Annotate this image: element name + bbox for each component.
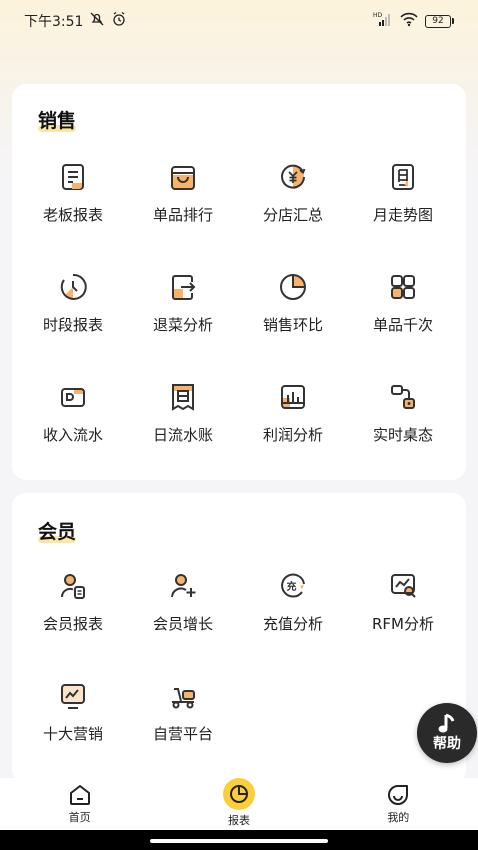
grid-item-self-platform[interactable]: 自营平台 — [128, 681, 238, 744]
gesture-bar — [0, 830, 478, 850]
grid-item-daily-ledger[interactable]: 日流水账 — [128, 382, 238, 445]
grid-item-return-dish[interactable]: 退菜分析 — [128, 272, 238, 335]
svg-text:充: 充 — [287, 580, 297, 593]
grid-item-label: 退菜分析 — [152, 316, 213, 334]
top-marketing-icon — [61, 684, 85, 709]
rfm-analysis-icon — [391, 574, 416, 598]
grid-item-label: RFM分析 — [372, 615, 434, 633]
profit-analysis-icon — [281, 385, 305, 409]
grid-item-income-flow[interactable]: 收入流水 — [18, 382, 128, 445]
svg-text:HD: HD — [373, 12, 383, 19]
grid-item-label: 销售环比 — [262, 316, 323, 334]
status-time: 下午3:51 — [24, 14, 84, 30]
tab-home[interactable]: 首页 — [0, 778, 159, 830]
boss-report-icon — [62, 164, 84, 190]
grid-item-member-report[interactable]: 会员报表 — [18, 571, 128, 634]
grid-item-label: 会员报表 — [42, 615, 103, 633]
bottom-tab-bar: 首页 报表 我的 — [0, 778, 478, 830]
grid-item-label: 日流水账 — [152, 426, 213, 444]
grid-item-label: 单品排行 — [152, 206, 213, 224]
grid-item-sales-ratio[interactable]: 销售环比 — [238, 272, 348, 335]
grid-item-label: 收入流水 — [42, 426, 103, 444]
profile-icon — [388, 785, 409, 805]
grid-item-branch-summary[interactable]: 分店汇总 — [238, 162, 348, 225]
grid-item-label: 单品千次 — [372, 316, 433, 334]
battery-icon: 92 — [425, 14, 454, 28]
item-rank-icon — [171, 166, 195, 190]
recharge-analysis-icon: 充 — [281, 573, 305, 598]
grid-item-label: 充值分析 — [262, 615, 323, 633]
table-status-icon — [391, 385, 415, 409]
grid-item-label: 时段报表 — [42, 316, 103, 334]
tab-mine[interactable]: 我的 — [319, 778, 478, 830]
grid-item-monthly-trend[interactable]: 月走势图 — [348, 162, 458, 225]
home-icon — [69, 785, 90, 805]
tab-label: 我的 — [387, 811, 410, 824]
monthly-trend-icon — [392, 164, 414, 190]
signal-icon: HD — [373, 11, 393, 31]
wifi-icon — [399, 11, 419, 31]
grid-item-item-per-thousand[interactable]: 单品千次 — [348, 272, 458, 335]
grid-item-item-rank[interactable]: 单品排行 — [128, 162, 238, 225]
gesture-handle[interactable] — [150, 839, 328, 843]
sales-section-title: 销售 — [38, 110, 77, 132]
tab-reports[interactable]: 报表 — [159, 778, 318, 830]
grid-item-label: 分店汇总 — [262, 206, 323, 224]
help-label: 帮助 — [433, 736, 461, 752]
grid-item-label: 会员增长 — [152, 615, 213, 633]
grid-item-label: 老板报表 — [42, 206, 103, 224]
mute-icon — [89, 11, 105, 31]
tab-label: 报表 — [227, 814, 250, 827]
income-flow-icon — [61, 388, 85, 407]
member-section-title: 会员 — [38, 521, 77, 543]
tab-label: 首页 — [68, 811, 91, 824]
branch-summary-icon — [281, 164, 306, 189]
item-per-thousand-icon — [391, 275, 415, 299]
grid-item-top-marketing[interactable]: 十大营销 — [18, 681, 128, 744]
grid-item-recharge-analysis[interactable]: 充 充值分析 — [238, 571, 348, 634]
return-dish-icon — [172, 275, 196, 300]
grid-item-table-status[interactable]: 实时桌态 — [348, 382, 458, 445]
grid-item-label: 月走势图 — [372, 206, 433, 224]
grid-item-label: 实时桌态 — [372, 426, 433, 444]
time-period-icon — [60, 273, 87, 300]
music-note-icon — [438, 713, 455, 733]
battery-level: 92 — [425, 14, 451, 28]
daily-ledger-icon — [172, 384, 194, 411]
grid-item-rfm-analysis[interactable]: RFM分析 — [348, 571, 458, 634]
grid-item-label: 自营平台 — [152, 725, 213, 743]
grid-item-label: 十大营销 — [42, 725, 103, 743]
alarm-icon — [111, 11, 127, 31]
sales-ratio-icon — [280, 274, 306, 300]
reports-icon — [222, 778, 255, 810]
status-bar: 下午3:51 HD 92 — [0, 0, 478, 42]
grid-item-boss-report[interactable]: 老板报表 — [18, 162, 128, 225]
sales-section: 销售 老板报表 单品排行 分店汇总 月走势图 时段报表 退菜分析 销售环比 单品… — [12, 84, 466, 480]
self-platform-icon — [172, 688, 195, 709]
member-growth-icon — [171, 574, 196, 598]
grid-item-time-period[interactable]: 时段报表 — [18, 272, 128, 335]
help-button[interactable]: 帮助 — [417, 703, 477, 763]
member-report-icon — [60, 574, 85, 599]
grid-item-label: 利润分析 — [262, 426, 323, 444]
grid-item-member-growth[interactable]: 会员增长 — [128, 571, 238, 634]
grid-item-profit-analysis[interactable]: 利润分析 — [238, 382, 348, 445]
member-section: 会员 会员报表 会员增长 充 充值分析 RFM分析 十大营销 自营平台 — [12, 493, 466, 783]
